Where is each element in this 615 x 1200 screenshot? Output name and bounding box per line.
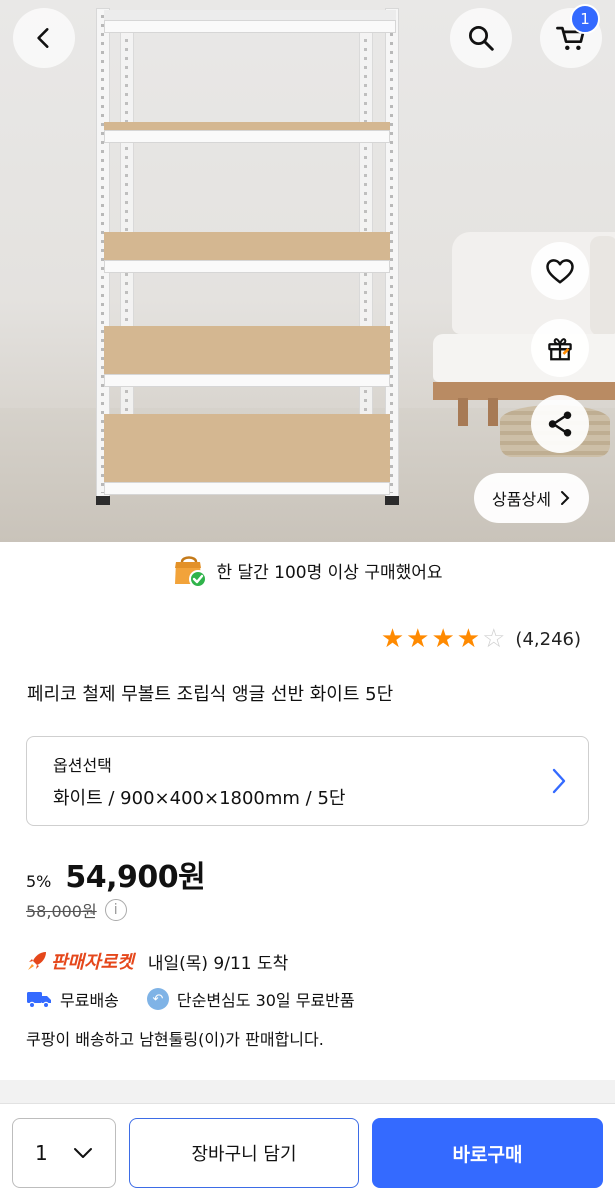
option-value: 화이트 / 900×400×1800mm / 5단 — [53, 788, 346, 809]
sale-price: 54,900원 — [65, 860, 206, 895]
chevron-left-icon — [37, 28, 49, 48]
image-sofa-leg — [488, 398, 498, 426]
star-rating: ★ ★ ★ ★ ☆ — [381, 626, 506, 652]
option-selector[interactable]: 옵션선택 화이트 / 900×400×1800mm / 5단 — [26, 736, 589, 826]
shelf-level — [104, 326, 390, 388]
seller-note: 쿠팡이 배송하고 남현툴링(이)가 판매합니다. — [26, 1030, 324, 1049]
chevron-right-icon — [560, 491, 570, 505]
arrival-date: 내일(목) 9/11 도착 — [147, 953, 289, 974]
star-icon: ★ — [380, 624, 405, 654]
gift-button[interactable] — [531, 319, 589, 377]
free-return-text: 단순변심도 30일 무료반품 — [176, 991, 355, 1010]
product-title: 페리코 철제 무볼트 조립식 앵글 선반 화이트 5단 — [27, 684, 394, 705]
shipping-benefits: 무료배송 ↶ 단순변심도 30일 무료반품 — [26, 987, 355, 1011]
option-label: 옵션선택 — [53, 756, 112, 775]
back-button[interactable] — [13, 8, 75, 68]
purchase-count-banner: 한 달간 100명 이상 구매했어요 — [0, 542, 615, 598]
gift-icon — [548, 338, 572, 361]
shelf-foot — [385, 496, 399, 505]
star-empty-icon: ☆ — [482, 624, 506, 654]
info-icon[interactable]: i — [104, 899, 127, 921]
price-row: 5% 54,900원 — [26, 852, 206, 896]
share-icon — [548, 411, 572, 437]
wishlist-button[interactable] — [531, 242, 589, 300]
rocket-badge: 판매자로켓 — [26, 948, 134, 974]
original-price: 58,000원 — [26, 902, 97, 921]
image-sofa-leg — [458, 398, 468, 426]
rocket-badge-label: 판매자로켓 — [51, 952, 134, 973]
bottom-action-bar: 1 장바구니 담기 바로구매 — [0, 1104, 615, 1200]
star-icon: ★ — [431, 624, 455, 654]
shelf-level — [104, 414, 390, 496]
quantity-select[interactable]: 1 — [12, 1118, 116, 1188]
shelf-level — [104, 10, 396, 36]
search-button[interactable] — [450, 8, 512, 68]
original-price-row: 58,000원 i — [26, 898, 127, 922]
chevron-down-icon — [74, 1148, 92, 1158]
purchase-count-text: 한 달간 100명 이상 구매했어요 — [216, 562, 443, 583]
truck-icon — [27, 992, 51, 1009]
add-to-cart-button[interactable]: 장바구니 담기 — [129, 1118, 359, 1188]
heart-icon — [546, 259, 574, 284]
buy-now-button[interactable]: 바로구매 — [372, 1118, 603, 1188]
star-icon: ★ — [406, 624, 430, 654]
product-image[interactable]: 1 상품상세 — [0, 0, 615, 542]
star-icon: ★ — [456, 624, 481, 654]
quantity-value: 1 — [35, 1141, 48, 1165]
return-icon: ↶ — [146, 988, 169, 1010]
image-sofa-arm — [590, 236, 615, 336]
product-detail-button[interactable]: 상품상세 — [474, 473, 589, 523]
rocket-icon — [28, 952, 46, 970]
free-shipping-text: 무료배송 — [60, 991, 119, 1010]
search-icon — [469, 26, 494, 51]
rating-summary[interactable]: ★ ★ ★ ★ ☆ (4,246) — [381, 622, 581, 656]
discount-rate: 5% — [26, 872, 52, 891]
cart-count-badge: 1 — [570, 4, 600, 34]
section-divider — [0, 1080, 615, 1104]
delivery-row: 판매자로켓 내일(목) 9/11 도착 — [26, 948, 288, 974]
product-detail-label: 상품상세 — [492, 490, 551, 509]
share-button[interactable] — [531, 395, 589, 453]
shopping-bag-icon — [175, 556, 207, 588]
shelf-foot — [96, 496, 110, 505]
chevron-right-icon — [552, 768, 566, 794]
shelf-level — [104, 122, 390, 146]
review-count: (4,246) — [515, 628, 581, 650]
shelf-level — [104, 232, 390, 274]
